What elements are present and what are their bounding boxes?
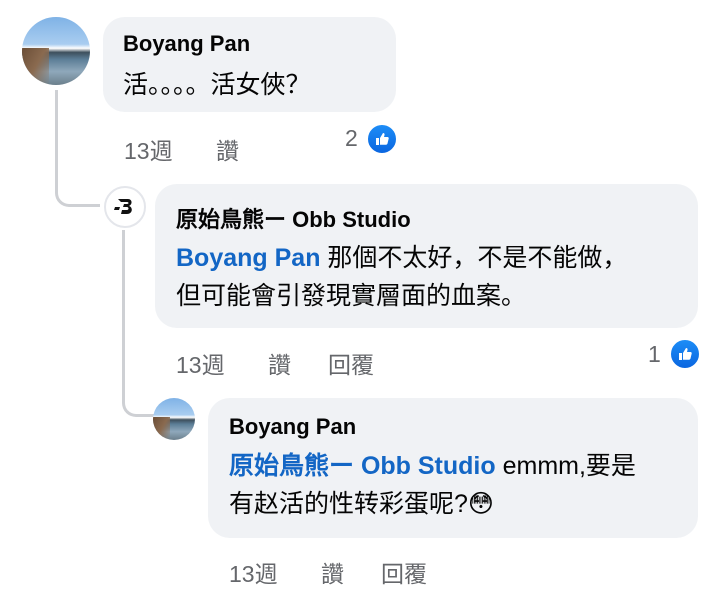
timestamp[interactable]: 13週 — [229, 555, 278, 589]
mention-link[interactable]: Boyang Pan — [176, 244, 320, 272]
reaction-count[interactable]: 1 — [648, 341, 661, 368]
comment-bubble-1: Boyang Pan 活。。。。活女俠？ — [103, 17, 396, 112]
like-reaction-icon[interactable] — [366, 123, 398, 155]
reply-text: Boyang Pan 那個不太好，不是不能做， 但可能會引發現實層面的血案。 — [176, 239, 691, 315]
like-button[interactable]: 讚 — [268, 346, 291, 380]
like-button[interactable]: 讚 — [321, 555, 344, 589]
reply-bubble-2: Boyang Pan 原始鳥熊ー Obb Studio emmm,要是 有赵活的… — [208, 398, 698, 538]
reply-text: 原始鳥熊ー Obb Studio emmm,要是 有赵活的性转彩蛋呢?😳 — [229, 447, 689, 523]
comment-author[interactable]: Boyang Pan — [123, 31, 250, 57]
obb-logo[interactable] — [104, 186, 146, 228]
reply-bubble-1: 原始鳥熊ー Obb Studio Boyang Pan 那個不太好，不是不能做，… — [155, 184, 698, 328]
boyang-avatar[interactable] — [153, 398, 195, 440]
reply-actions-2: 13週 讚 回覆 — [229, 555, 489, 587]
reply-text-line2: 有赵活的性转彩蛋呢? — [229, 490, 468, 518]
timestamp[interactable]: 13週 — [124, 132, 173, 166]
comment-actions-1: 13週 讚 — [124, 132, 324, 164]
comment-text: 活。。。。活女俠？ — [123, 71, 311, 99]
reply-button[interactable]: 回覆 — [328, 346, 374, 380]
timestamp[interactable]: 13週 — [176, 346, 225, 380]
boyang-avatar[interactable] — [22, 17, 90, 85]
thread-line-1 — [55, 90, 100, 207]
reply-author[interactable]: 原始鳥熊ー Obb Studio — [176, 202, 411, 234]
like-button[interactable]: 讚 — [216, 132, 239, 166]
reaction-count[interactable]: 2 — [345, 125, 358, 152]
thread-line-2 — [122, 230, 155, 417]
flushed-face-emoji: 😳 — [467, 489, 494, 518]
reply-actions-1: 13週 讚 回覆 — [176, 346, 436, 378]
mention-link[interactable]: 原始鳥熊ー Obb Studio — [229, 452, 496, 480]
reply-text-line1: 那個不太好，不是不能做， — [320, 244, 628, 272]
reply-author[interactable]: Boyang Pan — [229, 414, 356, 440]
reply-text-line1: emmm,要是 — [495, 452, 636, 480]
like-reaction-icon[interactable] — [669, 338, 701, 370]
reply-text-line2: 但可能會引發現實層面的血案。 — [176, 282, 527, 310]
reply-button[interactable]: 回覆 — [381, 555, 427, 589]
